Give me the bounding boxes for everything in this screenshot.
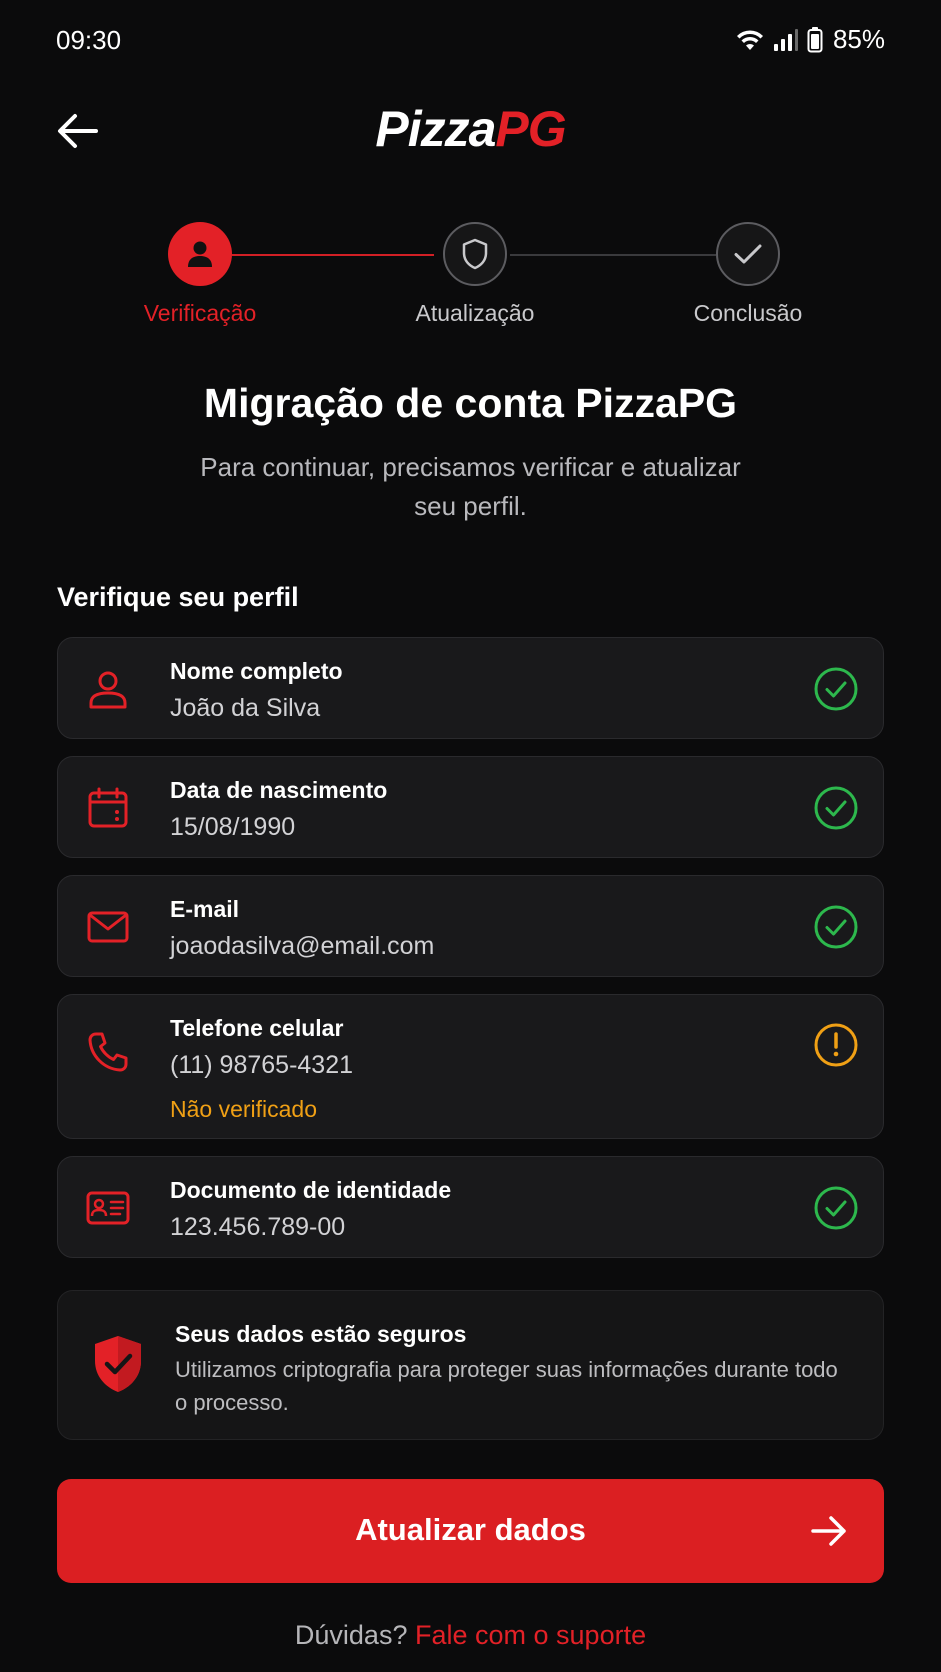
step-conclusao: Conclusão [658, 222, 838, 327]
help-text: Dúvidas? Fale com o suporte [0, 1620, 941, 1651]
field-label: Nome completo [170, 658, 343, 684]
step-verificacao: Verificação [110, 222, 290, 327]
step-circle [443, 222, 507, 286]
check-icon [734, 244, 762, 264]
field-label: E-mail [170, 896, 240, 922]
status-icons: 85% [735, 24, 885, 55]
mail-icon [84, 903, 132, 951]
section-title: Verifique seu perfil [57, 582, 299, 612]
field-value: joaodasilva@email.com [170, 932, 435, 960]
battery-icon [807, 26, 823, 52]
update-data-button[interactable]: Atualizar dados [57, 1479, 884, 1583]
shield-icon [462, 238, 488, 270]
phone-icon [84, 1028, 132, 1076]
step-circle [716, 222, 780, 286]
app-header: PizzaPG [0, 90, 941, 172]
logo: PizzaPG [375, 101, 566, 157]
battery-percent: 85% [832, 24, 885, 54]
progress-stepper: Verificação Atualização Conclusão [0, 222, 941, 332]
wifi-icon [736, 29, 763, 50]
security-text: Utilizamos criptografia para proteger su… [175, 1357, 838, 1415]
check-circle-icon [814, 786, 858, 830]
step-label: Atualização [415, 300, 535, 326]
field-value: (11) 98765-4321 [170, 1051, 354, 1079]
calendar-icon [84, 784, 132, 832]
check-circle-icon [814, 905, 858, 949]
help-prefix: Dúvidas? [294, 1620, 408, 1650]
field-label: Data de nascimento [170, 777, 388, 803]
update-data-label: Atualizar dados [355, 1512, 586, 1547]
field-value: 15/08/1990 [170, 813, 296, 841]
field-label: Documento de identidade [170, 1177, 452, 1203]
step-label: Conclusão [693, 300, 803, 326]
field-warning: Não verificado [170, 1096, 318, 1122]
profile-field-name[interactable]: Nome completo João da Silva [57, 637, 884, 739]
warning-circle-icon [814, 1023, 858, 1067]
id-card-icon [84, 1184, 132, 1232]
field-value: 123.456.789-00 [170, 1213, 346, 1241]
step-atualizacao: Atualização [385, 222, 565, 327]
step-circle [168, 222, 232, 286]
profile-field-phone[interactable]: Telefone celular (11) 98765-4321 Não ver… [57, 994, 884, 1139]
shield-check-icon [95, 1336, 141, 1392]
field-label: Telefone celular [170, 1015, 344, 1041]
step-label: Verificação [143, 300, 257, 326]
arrow-right-icon [811, 1516, 846, 1546]
profile-field-document[interactable]: Documento de identidade 123.456.789-00 [57, 1156, 884, 1258]
page-title: Migração de conta PizzaPG [203, 380, 738, 426]
page-subtitle: Para continuar, precisamos verificar e a… [200, 452, 741, 521]
security-title: Seus dados estão seguros [175, 1321, 467, 1347]
status-bar: 09:30 85% [0, 0, 941, 82]
profile-field-birthdate[interactable]: Data de nascimento 15/08/1990 [57, 756, 884, 858]
check-circle-icon [814, 667, 858, 711]
signal-icon [773, 28, 798, 51]
user-icon [188, 241, 212, 267]
support-link[interactable]: Fale com o suporte [415, 1620, 646, 1650]
user-icon [84, 665, 132, 713]
field-value: João da Silva [170, 694, 321, 722]
check-circle-icon [814, 1186, 858, 1230]
status-time: 09:30 [56, 25, 122, 55]
profile-field-email[interactable]: E-mail joaodasilva@email.com [57, 875, 884, 977]
security-notice: Seus dados estão seguros Utilizamos crip… [57, 1290, 884, 1440]
